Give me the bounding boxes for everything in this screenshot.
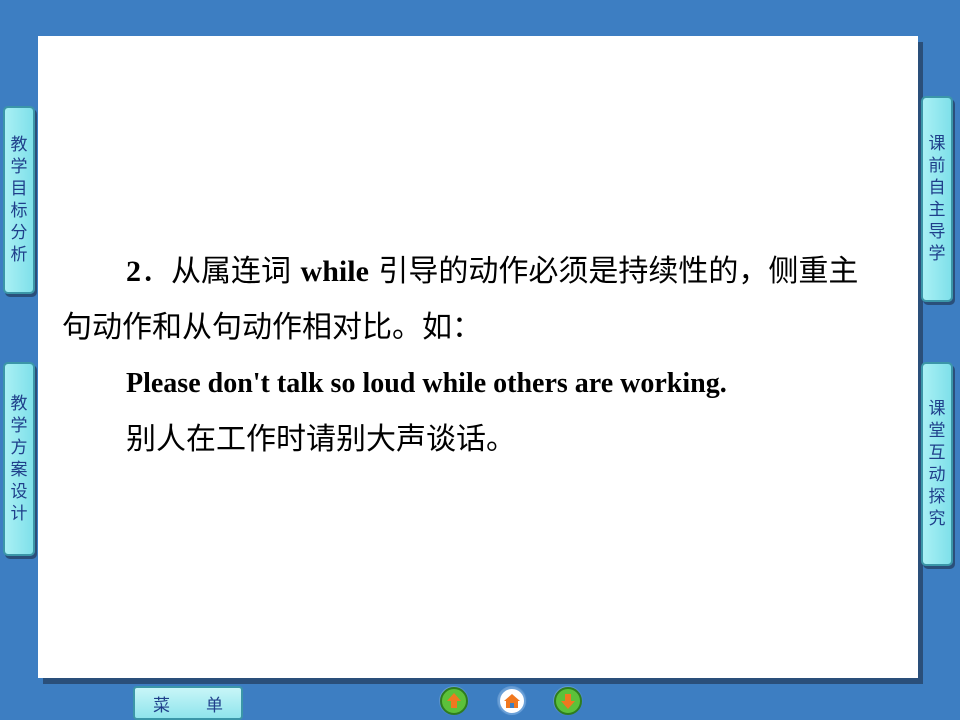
tab-char: 学 bbox=[928, 244, 946, 264]
tab-char: 堂 bbox=[928, 421, 946, 441]
tab-char: 分 bbox=[10, 223, 28, 243]
tab-teaching-goal-analysis[interactable]: 教 学 目 标 分 析 bbox=[3, 106, 35, 294]
example-english: Please don't talk so loud while others a… bbox=[126, 368, 727, 399]
tab-char: 学 bbox=[10, 157, 28, 177]
home-icon bbox=[498, 687, 526, 715]
tab-preview-self-study[interactable]: 课 前 自 主 导 学 bbox=[921, 96, 953, 302]
tab-char: 导 bbox=[928, 222, 946, 242]
tab-char: 方 bbox=[10, 438, 28, 458]
tab-char: 学 bbox=[10, 416, 28, 436]
tab-char: 案 bbox=[10, 460, 28, 480]
menu-button[interactable]: 菜 单 bbox=[133, 686, 243, 720]
tab-char: 探 bbox=[928, 487, 946, 507]
point-number: 2 bbox=[126, 255, 141, 288]
rule-line-2: 句动作和从句动作相对比。如： bbox=[62, 310, 482, 345]
next-button[interactable] bbox=[553, 686, 583, 716]
tab-char: 互 bbox=[928, 443, 946, 463]
tab-char: 教 bbox=[10, 135, 28, 155]
tab-char: 前 bbox=[928, 156, 946, 176]
tab-teaching-plan-design[interactable]: 教 学 方 案 设 计 bbox=[3, 362, 35, 556]
tab-char: 主 bbox=[928, 200, 946, 220]
rule-text-post: 引导的动作必须是持续性的，侧重主 bbox=[368, 254, 859, 289]
tab-char: 教 bbox=[10, 394, 28, 414]
menu-label-2: 单 bbox=[206, 695, 223, 716]
rule-text-pre: ．从属连词 bbox=[141, 254, 301, 289]
tab-char: 动 bbox=[928, 465, 946, 485]
slide-content: 2．从属连词 while 引导的动作必须是持续性的，侧重主 句动作和从句动作相对… bbox=[38, 36, 918, 678]
example-chinese: 别人在工作时请别大声谈话。 bbox=[126, 422, 516, 457]
tab-char: 计 bbox=[10, 504, 28, 524]
tab-char: 课 bbox=[928, 399, 946, 419]
menu-label-1: 菜 bbox=[153, 695, 170, 716]
keyword-while: while bbox=[300, 255, 369, 288]
rule-line-1: 2．从属连词 while 引导的动作必须是持续性的，侧重主 bbox=[62, 244, 902, 300]
next-arrow-icon bbox=[554, 687, 582, 715]
previous-arrow-icon bbox=[440, 687, 468, 715]
tab-char: 究 bbox=[928, 509, 946, 529]
tab-char: 析 bbox=[10, 245, 28, 265]
tab-char: 标 bbox=[10, 201, 28, 221]
grammar-paragraph: 2．从属连词 while 引导的动作必须是持续性的，侧重主 句动作和从句动作相对… bbox=[62, 244, 902, 468]
previous-button[interactable] bbox=[439, 686, 469, 716]
tab-classroom-interaction[interactable]: 课 堂 互 动 探 究 bbox=[921, 362, 953, 566]
tab-char: 自 bbox=[928, 178, 946, 198]
home-button[interactable] bbox=[497, 686, 527, 716]
tab-char: 设 bbox=[10, 482, 28, 502]
tab-char: 课 bbox=[928, 134, 946, 154]
tab-char: 目 bbox=[10, 179, 28, 199]
